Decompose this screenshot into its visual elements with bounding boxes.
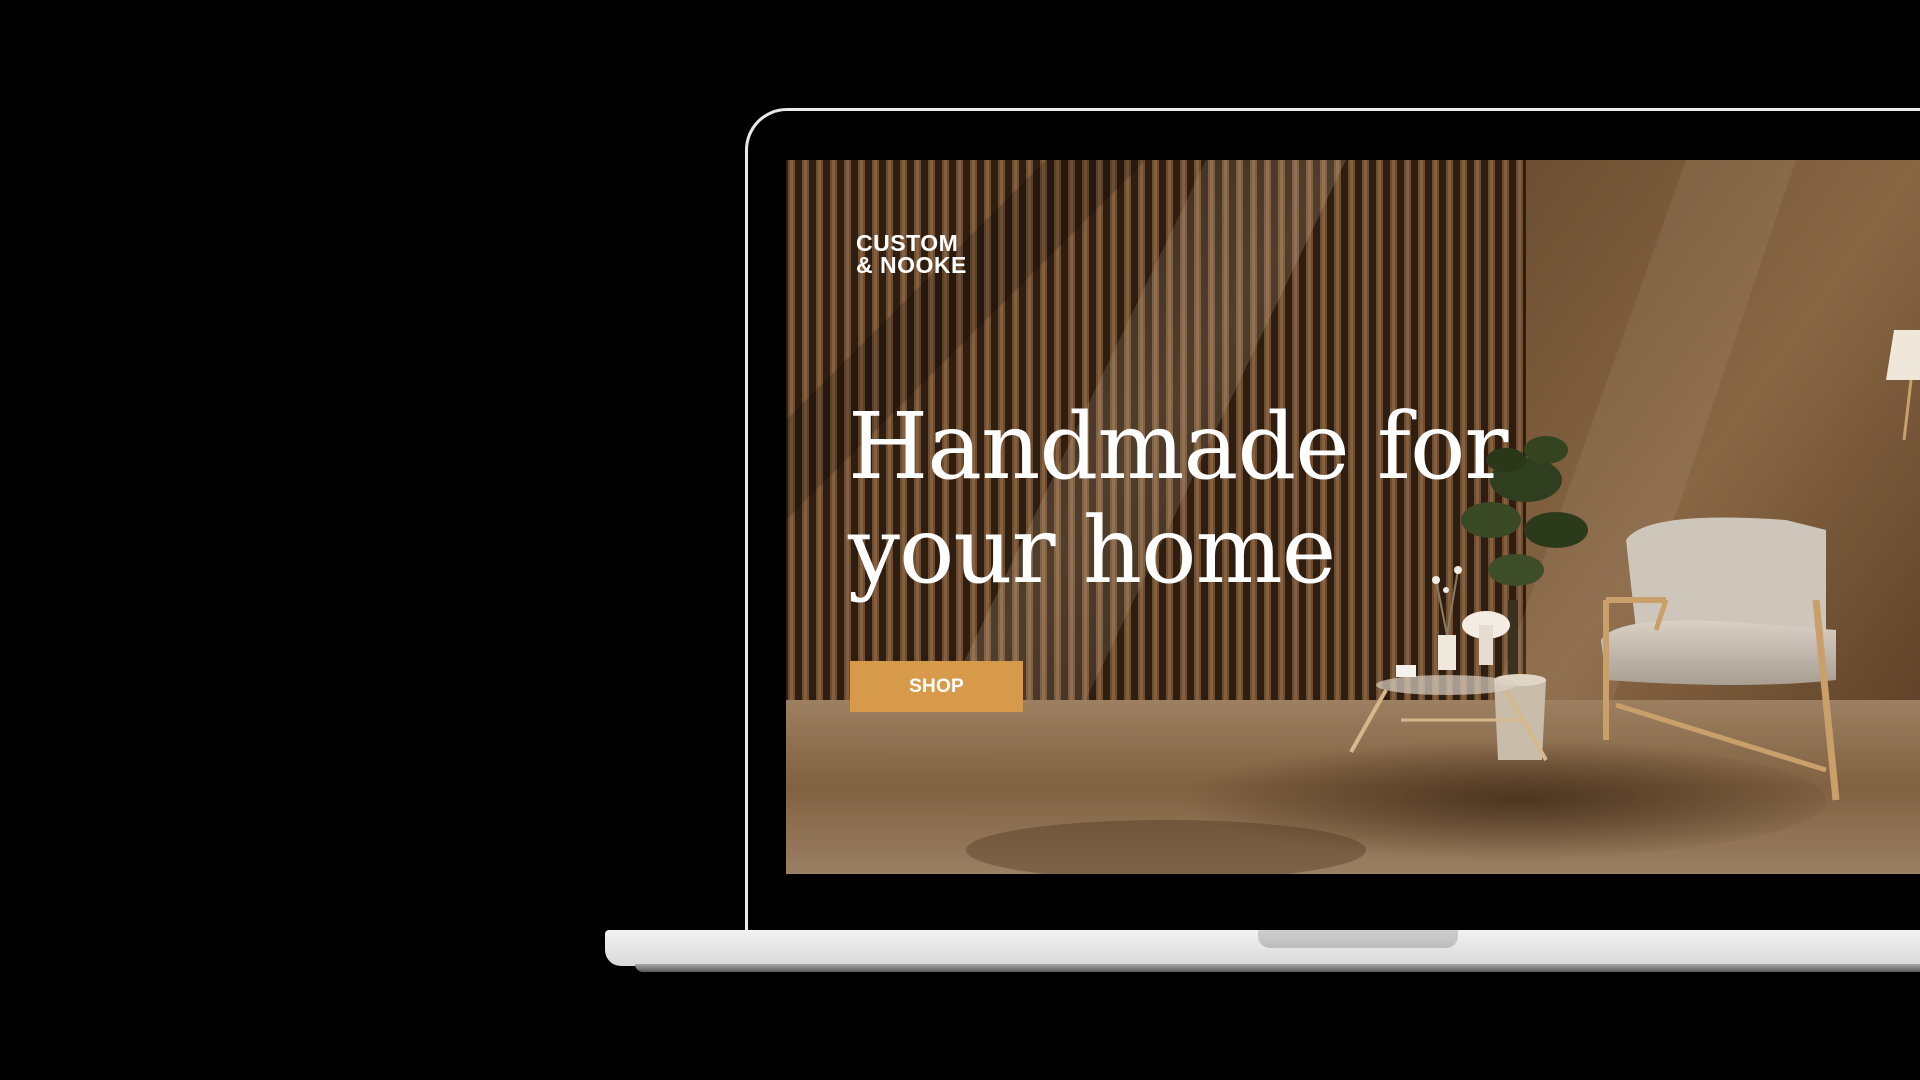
logo-line-2: & NOOKE: [856, 252, 967, 278]
laptop-notch: [1258, 930, 1458, 948]
hero-headline-line-2: your home: [848, 497, 1336, 604]
stage: CUSTOM & NOOKE Handmade for your home SH…: [0, 0, 1920, 1080]
laptop-screen: CUSTOM & NOOKE Handmade for your home SH…: [786, 160, 1920, 874]
site-logo[interactable]: CUSTOM & NOOKE: [856, 230, 967, 278]
laptop-base-shadow: [635, 964, 1920, 972]
logo-line-1: CUSTOM: [856, 230, 959, 256]
hero-headline: Handmade for your home: [848, 395, 1548, 603]
hero-headline-line-1: Handmade for: [848, 393, 1508, 500]
shop-button[interactable]: SHOP: [850, 661, 1023, 712]
